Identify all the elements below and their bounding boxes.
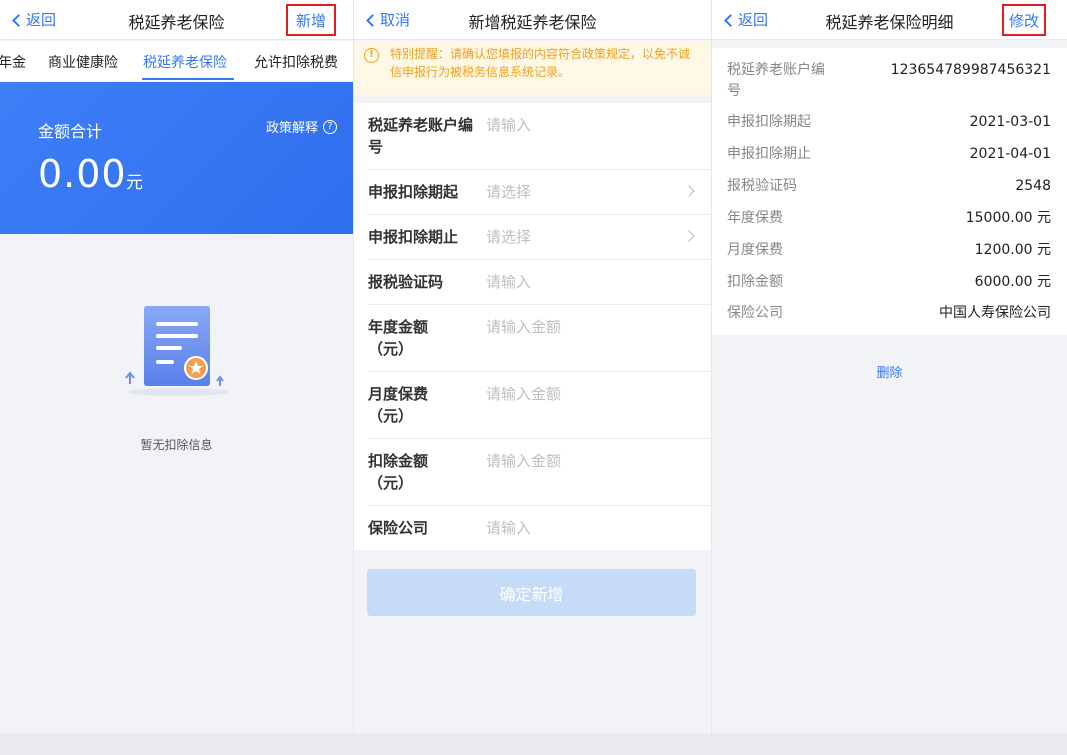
field-label: 申报扣除期止 (368, 228, 459, 246)
detail-value: 中国人寿保险公司 (939, 305, 1051, 321)
chevron-right-icon (683, 230, 695, 242)
detail-value: 2021-03-01 (969, 114, 1051, 130)
field-placeholder: 请选择 (486, 183, 532, 201)
policy-link-label: 政策解释 (265, 121, 318, 136)
navbar: 返回 税延养老保险明细 修改 (712, 0, 1067, 40)
insurance-company-field[interactable]: 保险公司 请输入 (368, 506, 711, 550)
verification-code-field[interactable]: 报税验证码 请输入 (368, 260, 711, 305)
field-label: 报税验证码 (368, 273, 444, 291)
edit-button[interactable]: 修改 (1002, 4, 1046, 36)
field-label: 申报扣除期起 (368, 183, 459, 201)
detail-label: 保险公司 (727, 305, 783, 321)
amount-unit: 元 (126, 173, 143, 193)
confirm-add-button[interactable]: 确定新增 (367, 569, 696, 616)
add-button[interactable]: 新增 (286, 4, 336, 36)
field-label: 扣除金额（元） (368, 452, 429, 492)
field-label: 年度金额（元） (368, 318, 429, 358)
account-number-field[interactable]: 税延养老账户编号 请输入 (368, 103, 711, 170)
detail-value: 15000.00 元 (965, 210, 1051, 226)
field-placeholder: 请输入 (486, 273, 532, 291)
add-form-panel: 取消 新增税延养老保险 ! 特别提醒：请确认您填报的内容符合政策规定，以免不诚信… (354, 0, 711, 755)
insurance-list-panel: 返回 税延养老保险 新增 年金 商业健康险 税延养老保险 允许扣除税费 金额合计… (0, 0, 353, 755)
policy-explanation-link[interactable]: 政策解释 ? (266, 117, 337, 136)
warning-notice: ! 特别提醒：请确认您填报的内容符合政策规定，以免不诚信申报行为被税务信息系统记… (354, 41, 711, 95)
detail-label: 申报扣除期起 (727, 114, 811, 130)
detail-label: 申报扣除期止 (727, 146, 811, 162)
detail-value: 6000.00 元 (974, 274, 1051, 290)
tab-deductible-fees[interactable]: 允许扣除税费 (254, 52, 338, 72)
annual-amount-field[interactable]: 年度金额（元） 请输入金额 (368, 305, 711, 372)
field-label: 税延养老账户编号 (368, 116, 474, 156)
navbar: 取消 新增税延养老保险 (354, 0, 711, 40)
summary-card: 金额合计 政策解释 ? 0.00 元 (0, 82, 353, 234)
field-label: 保险公司 (368, 519, 429, 537)
detail-label: 税延养老账户编号 (727, 62, 825, 99)
bottom-bar (712, 733, 1067, 755)
bottom-bar (0, 733, 353, 755)
active-tab-indicator (142, 78, 234, 80)
detail-card: 税延养老账户编号 123654789987456321 申报扣除期起 2021-… (712, 48, 1067, 335)
empty-state-text: 暂无扣除信息 (140, 438, 213, 452)
bottom-bar (354, 733, 711, 755)
monthly-premium-field[interactable]: 月度保费（元） 请输入金额 (368, 372, 711, 439)
navbar: 返回 税延养老保险 新增 (0, 0, 353, 40)
period-start-field[interactable]: 申报扣除期起 请选择 (368, 170, 711, 215)
field-placeholder: 请选择 (486, 228, 532, 246)
total-label: 金额合计 (38, 122, 103, 141)
detail-value: 1200.00 元 (974, 242, 1051, 258)
detail-label: 扣除金额 (727, 274, 783, 290)
detail-label: 报税验证码 (727, 178, 797, 194)
detail-label: 年度保费 (727, 210, 783, 226)
insurance-form: 税延养老账户编号 请输入 申报扣除期起 请选择 申报扣除期止 请选择 报税验证码… (354, 103, 711, 550)
field-placeholder: 请输入金额 (486, 318, 562, 336)
detail-value: 123654789987456321 (890, 62, 1051, 78)
detail-value: 2548 (1015, 178, 1051, 194)
field-placeholder: 请输入 (486, 116, 532, 134)
field-placeholder: 请输入金额 (486, 452, 562, 470)
page-title: 新增税延养老保险 (468, 13, 597, 32)
detail-panel: 返回 税延养老保险明细 修改 税延养老账户编号 1236547899874563… (712, 0, 1067, 755)
delete-button[interactable]: 删除 (712, 362, 1067, 381)
warning-icon: ! (364, 48, 379, 63)
tab-health-insurance[interactable]: 商业健康险 (48, 52, 118, 72)
tab-pension-insurance[interactable]: 税延养老保险 (143, 52, 227, 72)
total-amount: 0.00 (38, 152, 127, 196)
period-end-field[interactable]: 申报扣除期止 请选择 (368, 215, 711, 260)
notice-text: 特别提醒：请确认您填报的内容符合政策规定，以免不诚信申报行为被税务信息系统记录。 (390, 47, 691, 79)
chevron-right-icon (683, 185, 695, 197)
field-label: 月度保费（元） (368, 385, 429, 425)
question-icon: ? (323, 119, 337, 134)
detail-label: 月度保费 (727, 242, 783, 258)
field-placeholder: 请输入金额 (486, 385, 562, 403)
detail-value: 2021-04-01 (969, 146, 1051, 162)
field-placeholder: 请输入 (486, 519, 532, 537)
detail-row: 税延养老账户编号 123654789987456321 (727, 60, 1051, 102)
tab-annuity[interactable]: 年金 (0, 52, 26, 72)
deduction-amount-field[interactable]: 扣除金额（元） 请输入金额 (368, 439, 711, 506)
tab-bar: 年金 商业健康险 税延养老保险 允许扣除税费 (0, 41, 353, 81)
empty-document-icon (125, 306, 228, 396)
